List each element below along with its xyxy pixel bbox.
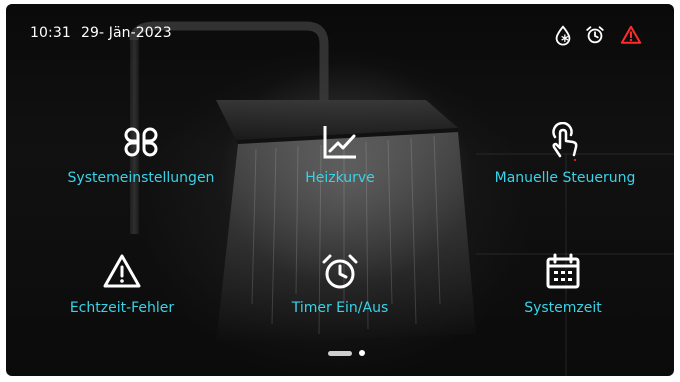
tile-echtzeit-fehler[interactable]: Echtzeit-Fehler	[17, 252, 227, 316]
tile-manuelle-steuerung[interactable]: Manuelle Steuerung	[460, 122, 670, 186]
clock-time: 10:31	[30, 25, 71, 41]
tile-systemzeit[interactable]: Systemzeit	[458, 252, 668, 316]
alarm-clock-icon	[322, 254, 358, 289]
page-indicator	[6, 350, 674, 358]
alarm-clock-icon[interactable]	[584, 24, 606, 46]
clock-date: 29- Jän-2023	[81, 25, 172, 41]
tile-heizkurve[interactable]: Heizkurve	[235, 122, 445, 186]
home-screen: 10:31 29- Jän-2023 Systemeinstellungen H…	[6, 4, 674, 376]
tile-systemeinstellungen[interactable]: Systemeinstellungen	[36, 122, 246, 186]
warning-triangle-icon	[103, 254, 141, 288]
tile-label: Systemeinstellungen	[67, 170, 215, 186]
touch-icon	[552, 122, 578, 161]
page-dot[interactable]	[359, 350, 365, 356]
defrost-icon[interactable]	[552, 24, 574, 46]
tile-timer-ein-aus[interactable]: Timer Ein/Aus	[235, 252, 445, 316]
page-dot-active[interactable]	[328, 351, 352, 356]
warning-icon[interactable]	[620, 24, 642, 46]
tile-label: Echtzeit-Fehler	[69, 300, 175, 316]
tile-label: Manuelle Steuerung	[494, 170, 636, 186]
tile-label: Systemzeit	[524, 300, 602, 316]
grid-icon	[124, 127, 158, 157]
calendar-icon	[546, 253, 580, 289]
chart-curve-icon	[323, 126, 356, 159]
tile-label: Timer Ein/Aus	[291, 300, 389, 316]
status-bar: 10:31 29- Jän-2023	[6, 4, 674, 60]
tile-label: Heizkurve	[305, 170, 375, 186]
